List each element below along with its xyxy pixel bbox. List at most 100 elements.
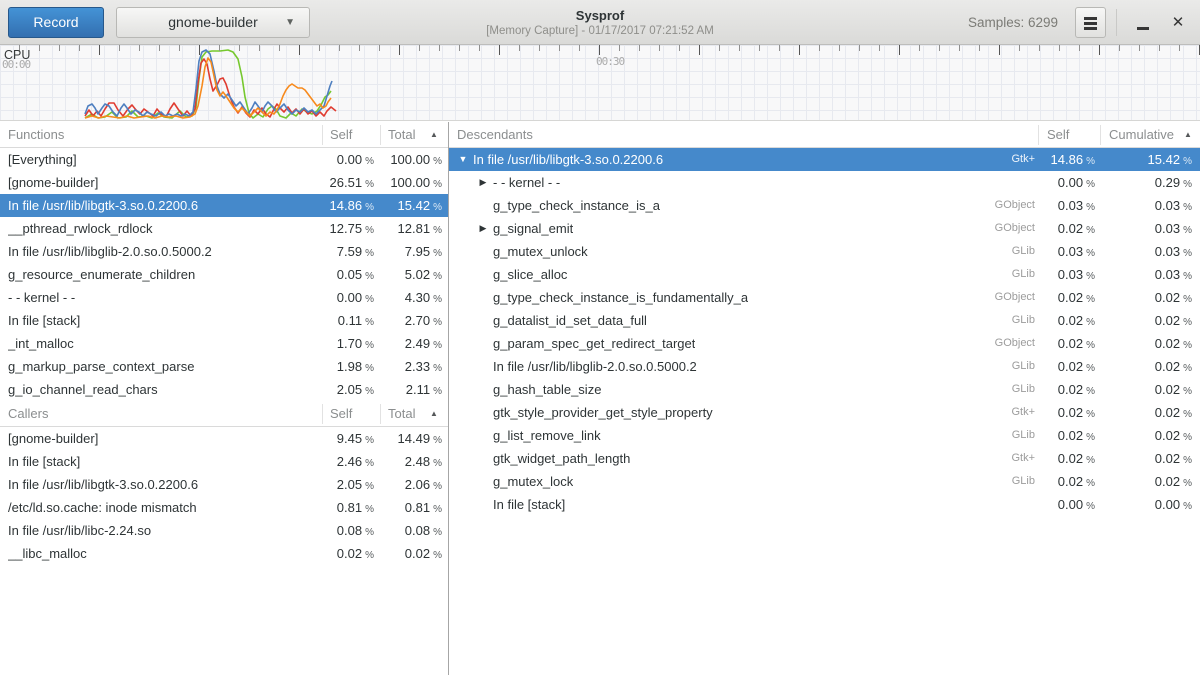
callers-self-column-header[interactable]: Self [330, 401, 352, 427]
percent-sign: % [433, 527, 442, 538]
tree-row[interactable]: g_hash_table_sizeGLib0.02%0.02% [449, 378, 1200, 401]
cpu-graph[interactable]: CPU 00:00 00:30 [0, 45, 1200, 121]
tree-row[interactable]: g_mutex_lockGLib0.02%0.02% [449, 470, 1200, 493]
total-value: 0.08% [378, 519, 442, 544]
tree-row[interactable]: g_type_check_instance_is_aGObject0.03%0.… [449, 194, 1200, 217]
table-row[interactable]: [Everything]0.00%100.00% [0, 148, 448, 171]
callers-column-header[interactable]: Callers [8, 401, 48, 427]
cum-value: 0.03% [1099, 263, 1192, 288]
descendant-name: g_slice_alloc [493, 263, 567, 286]
table-row[interactable]: [gnome-builder]26.51%100.00% [0, 171, 448, 194]
callers-total-column-header[interactable]: Total [388, 401, 415, 427]
percent-sign: % [1086, 248, 1095, 259]
self-value: 0.03% [1037, 263, 1095, 288]
table-row[interactable]: In file [stack]2.46%2.48% [0, 450, 448, 473]
table-row[interactable]: [gnome-builder]9.45%14.49% [0, 427, 448, 450]
target-process-dropdown[interactable]: gnome-builder ▼ [116, 7, 310, 38]
descendants-column-header[interactable]: Descendants [457, 122, 533, 148]
descendant-name: g_mutex_lock [493, 470, 573, 493]
column-divider[interactable] [322, 404, 323, 424]
close-button[interactable]: ✕ [1163, 7, 1193, 38]
percent-sign: % [1086, 455, 1095, 466]
percent-sign: % [365, 458, 374, 469]
self-value: 0.02% [1037, 332, 1095, 357]
minimize-icon [1137, 27, 1149, 30]
category-badge: GLib [839, 240, 1035, 263]
headerbar: Record gnome-builder ▼ Sysprof [Memory C… [0, 0, 1200, 45]
tree-row[interactable]: g_mutex_unlockGLib0.03%0.03% [449, 240, 1200, 263]
tree-row[interactable]: g_slice_allocGLib0.03%0.03% [449, 263, 1200, 286]
descendant-name: g_datalist_id_set_data_full [493, 309, 647, 332]
tree-row[interactable]: g_datalist_id_set_data_fullGLib0.02%0.02… [449, 309, 1200, 332]
column-divider[interactable] [380, 404, 381, 424]
table-row[interactable]: In file /usr/lib/libc-2.24.so0.08%0.08% [0, 519, 448, 542]
table-row[interactable]: In file /usr/lib/libglib-2.0.so.0.5000.2… [0, 240, 448, 263]
descendants-cumulative-column-header[interactable]: Cumulative [1109, 122, 1174, 148]
self-value: 2.05% [318, 473, 374, 498]
tree-row[interactable]: gtk_style_provider_get_style_propertyGtk… [449, 401, 1200, 424]
category-badge: GLib [839, 309, 1035, 332]
column-divider[interactable] [1038, 125, 1039, 145]
table-row[interactable]: In file /usr/lib/libgtk-3.so.0.2200.62.0… [0, 473, 448, 496]
functions-self-column-header[interactable]: Self [330, 122, 352, 148]
sysprof-window: Record gnome-builder ▼ Sysprof [Memory C… [0, 0, 1200, 675]
table-row[interactable]: In file [stack]0.11%2.70% [0, 309, 448, 332]
self-value: 0.08% [318, 519, 374, 544]
table-row[interactable]: g_markup_parse_context_parse1.98%2.33% [0, 355, 448, 378]
column-divider[interactable] [380, 125, 381, 145]
descendant-name: In file [stack] [493, 493, 565, 516]
tree-row[interactable]: g_type_check_instance_is_fundamentally_a… [449, 286, 1200, 309]
table-row[interactable]: In file /usr/lib/libgtk-3.so.0.2200.614.… [0, 194, 448, 217]
table-row[interactable]: - - kernel - -0.00%4.30% [0, 286, 448, 309]
record-button[interactable]: Record [8, 7, 104, 38]
minimize-button[interactable] [1128, 7, 1158, 38]
tree-row[interactable]: ▶- - kernel - -0.00%0.29% [449, 171, 1200, 194]
expander-closed-icon[interactable]: ▶ [477, 171, 489, 194]
self-value: 0.02% [1037, 217, 1095, 242]
expander-closed-icon[interactable]: ▶ [477, 217, 489, 240]
total-value: 12.81% [378, 217, 442, 242]
percent-sign: % [1183, 248, 1192, 259]
tree-row[interactable]: In file /usr/lib/libglib-2.0.so.0.5000.2… [449, 355, 1200, 378]
cum-value: 0.02% [1099, 401, 1192, 426]
table-row[interactable]: _int_malloc1.70%2.49% [0, 332, 448, 355]
percent-sign: % [365, 363, 374, 374]
self-value: 26.51% [318, 171, 374, 196]
table-row[interactable]: /etc/ld.so.cache: inode mismatch0.81%0.8… [0, 496, 448, 519]
percent-sign: % [1183, 340, 1192, 351]
expander-open-icon[interactable]: ▼ [457, 148, 469, 171]
percent-sign: % [1086, 386, 1095, 397]
column-divider[interactable] [322, 125, 323, 145]
table-row[interactable]: __libc_malloc0.02%0.02% [0, 542, 448, 565]
tree-row[interactable]: ▼In file /usr/lib/libgtk-3.so.0.2200.6Gt… [449, 148, 1200, 171]
descendants-self-column-header[interactable]: Self [1047, 122, 1069, 148]
table-row[interactable]: __pthread_rwlock_rdlock12.75%12.81% [0, 217, 448, 240]
table-row[interactable]: g_io_channel_read_chars2.05%2.11% [0, 378, 448, 401]
tree-row[interactable]: g_list_remove_linkGLib0.02%0.02% [449, 424, 1200, 447]
self-value: 0.00% [318, 148, 374, 173]
percent-sign: % [433, 179, 442, 190]
descendants-header: Descendants Self Cumulative ▲ [449, 122, 1200, 148]
cum-value: 0.03% [1099, 194, 1192, 219]
percent-sign: % [365, 294, 374, 305]
percent-sign: % [433, 248, 442, 259]
menu-button[interactable] [1075, 7, 1106, 38]
functions-total-column-header[interactable]: Total [388, 122, 415, 148]
percent-sign: % [1183, 294, 1192, 305]
functions-column-header[interactable]: Functions [8, 122, 64, 148]
tree-row[interactable]: gtk_widget_path_lengthGtk+0.02%0.02% [449, 447, 1200, 470]
tree-row[interactable]: In file [stack]0.00%0.00% [449, 493, 1200, 516]
percent-sign: % [1183, 409, 1192, 420]
percent-sign: % [1183, 386, 1192, 397]
tree-row[interactable]: g_param_spec_get_redirect_targetGObject0… [449, 332, 1200, 355]
tree-row[interactable]: ▶g_signal_emitGObject0.02%0.03% [449, 217, 1200, 240]
percent-sign: % [433, 340, 442, 351]
percent-sign: % [1086, 340, 1095, 351]
timeline-ruler-major-ticks [0, 45, 1200, 55]
percent-sign: % [1183, 455, 1192, 466]
percent-sign: % [365, 527, 374, 538]
column-divider[interactable] [1100, 125, 1101, 145]
table-row[interactable]: g_resource_enumerate_children0.05%5.02% [0, 263, 448, 286]
descendant-name: In file /usr/lib/libglib-2.0.so.0.5000.2 [493, 355, 697, 378]
callers-table: [gnome-builder]9.45%14.49%In file [stack… [0, 427, 448, 565]
